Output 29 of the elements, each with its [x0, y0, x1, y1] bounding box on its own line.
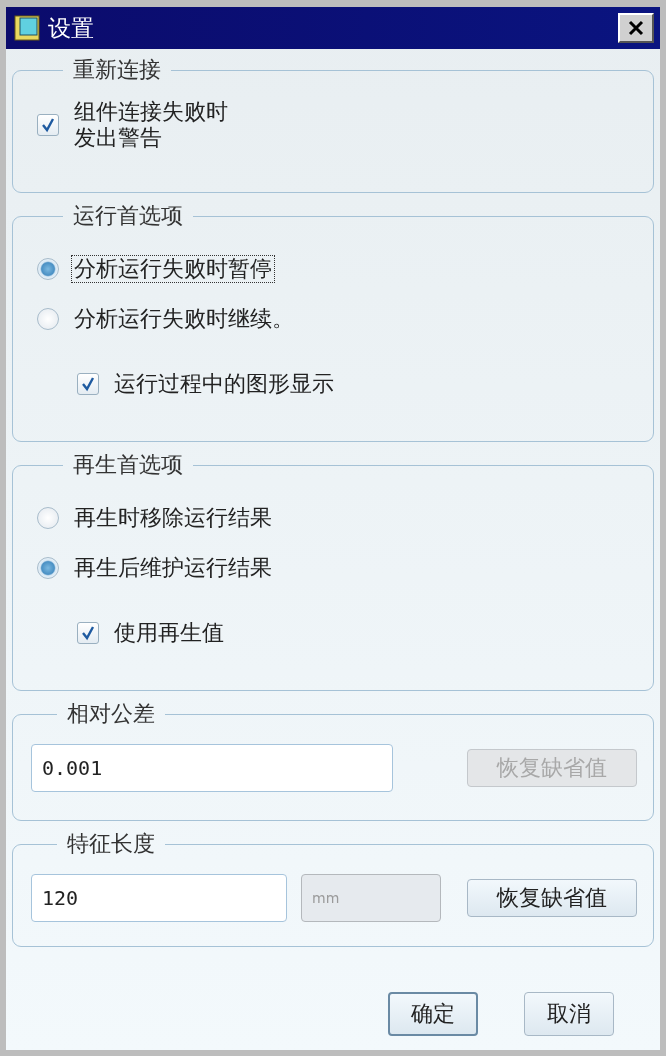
checkbox-label: 组件连接失败时发出警告 [73, 98, 229, 152]
group-title: 再生首选项 [72, 452, 184, 478]
radio-button[interactable] [37, 557, 59, 579]
checkbox[interactable] [37, 114, 59, 136]
radio-label: 再生时移除运行结果 [73, 504, 273, 532]
group-title: 运行首选项 [72, 203, 184, 229]
checkbox-label: 使用再生值 [113, 619, 225, 647]
group-title: 特征长度 [66, 831, 156, 857]
checkbox[interactable] [77, 373, 99, 395]
window-title: 设置 [48, 13, 95, 43]
checkbox-label: 运行过程中的图形显示 [113, 370, 335, 398]
window-icon [14, 15, 40, 41]
ok-button[interactable]: 确定 [388, 992, 478, 1036]
input-field[interactable]: 120 [31, 874, 287, 922]
cancel-button[interactable]: 取消 [524, 992, 614, 1036]
radio-label: 分析运行失败时暂停 [71, 255, 275, 283]
unit-field: mm [301, 874, 441, 922]
radio-button[interactable] [37, 308, 59, 330]
radio-button[interactable] [37, 507, 59, 529]
close-button[interactable] [618, 13, 654, 43]
radio-label: 分析运行失败时继续。 [73, 305, 295, 333]
close-icon [627, 19, 645, 37]
group-title: 重新连接 [72, 57, 162, 83]
group-title: 相对公差 [66, 701, 156, 727]
radio-label: 再生后维护运行结果 [73, 554, 273, 582]
reset-default-button[interactable]: 恢复缺省值 [467, 879, 637, 917]
input-field[interactable]: 0.001 [31, 744, 393, 792]
checkbox[interactable] [77, 622, 99, 644]
radio-button[interactable] [37, 258, 59, 280]
